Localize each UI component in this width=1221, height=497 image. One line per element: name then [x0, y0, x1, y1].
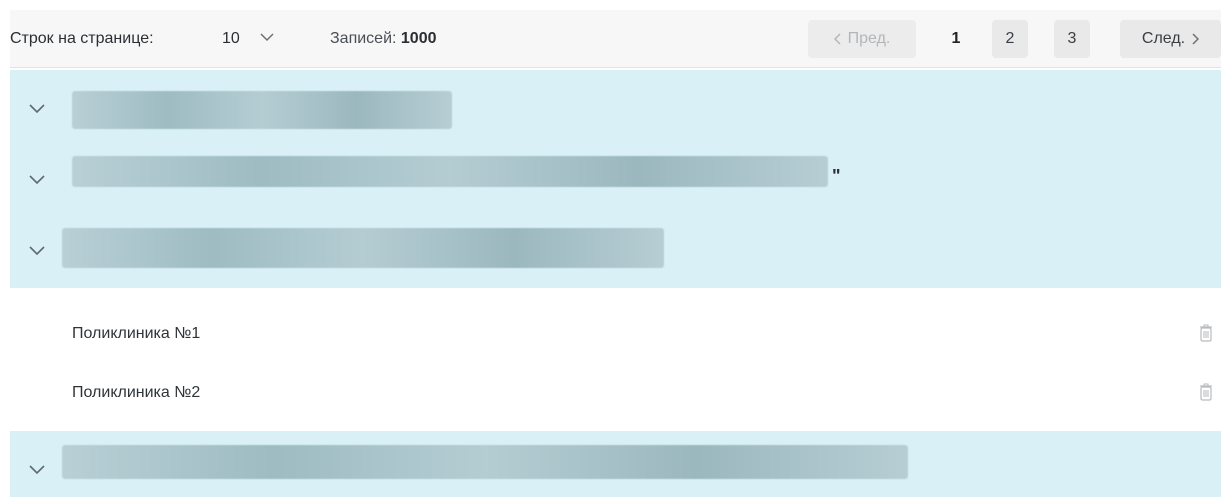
chevron-down-icon[interactable]: [28, 245, 46, 257]
records-label: Записей:: [330, 30, 397, 47]
group-row-name-redacted[interactable]: [72, 156, 828, 187]
group-row-block: [10, 431, 1221, 497]
prev-page-label: Пред.: [847, 30, 891, 47]
group-row-name-redacted[interactable]: [62, 228, 664, 268]
chevron-left-icon: [833, 33, 841, 45]
records-value: 1000: [400, 30, 437, 47]
chevron-right-icon: [1192, 33, 1200, 45]
group-row-name-redacted[interactable]: [72, 91, 452, 129]
prev-page-button[interactable]: Пред.: [808, 20, 916, 58]
chevron-down-icon[interactable]: [28, 464, 46, 476]
group-row-suffix: ": [832, 166, 841, 186]
next-page-button[interactable]: След.: [1120, 20, 1221, 58]
trash-icon[interactable]: [1199, 383, 1213, 401]
chevron-down-icon[interactable]: [260, 32, 274, 42]
rows-per-page-label: Строк на странице:: [10, 30, 154, 47]
records-count: Записей: 1000: [330, 30, 437, 48]
rows-per-page-value[interactable]: 10: [222, 30, 240, 48]
next-page-label: След.: [1141, 30, 1186, 47]
chevron-down-icon[interactable]: [28, 174, 46, 186]
chevron-down-icon[interactable]: [28, 103, 46, 115]
group-rows-block: ": [10, 70, 1221, 288]
page-button-1[interactable]: 1: [938, 20, 974, 58]
list-item-label: Поликлиника №1: [72, 325, 201, 342]
group-row-name-redacted[interactable]: [62, 445, 908, 479]
page: Строк на странице: 10 Записей: 1000 Пред…: [0, 0, 1221, 497]
pagination-toolbar: Строк на странице: 10 Записей: 1000 Пред…: [10, 10, 1221, 68]
page-button-3[interactable]: 3: [1054, 20, 1090, 58]
list-item-label: Поликлиника №2: [72, 384, 201, 401]
page-button-2[interactable]: 2: [992, 20, 1028, 58]
trash-icon[interactable]: [1199, 324, 1213, 342]
